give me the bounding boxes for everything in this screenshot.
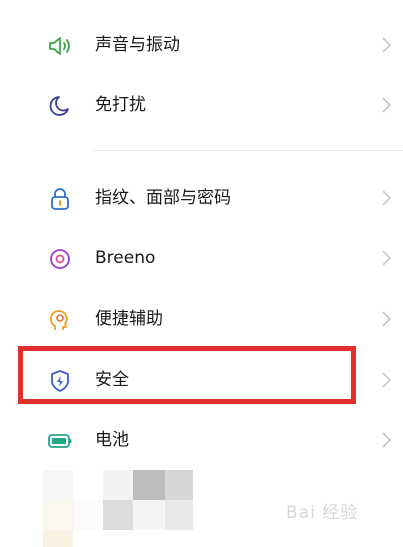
head-gear-icon [47, 308, 73, 332]
settings-item-convenience-assist[interactable]: 便捷辅助 [0, 299, 403, 339]
settings-item-do-not-disturb[interactable]: 免打扰 [0, 85, 403, 125]
chevron-right-icon [381, 370, 393, 390]
breeno-icon [47, 247, 73, 271]
speaker-icon [47, 34, 73, 58]
lock-icon [47, 187, 73, 211]
chevron-right-icon [381, 188, 393, 208]
chevron-right-icon [381, 95, 393, 115]
watermark: Bai 经验 [286, 503, 359, 523]
moon-icon [47, 94, 73, 118]
settings-item-label: 便捷辅助 [95, 309, 163, 329]
chevron-right-icon [381, 248, 393, 268]
settings-item-sound-vibration[interactable]: 声音与振动 [0, 25, 403, 65]
battery-icon [47, 429, 73, 453]
settings-item-label: 声音与振动 [95, 35, 180, 55]
settings-item-label: 电池 [95, 430, 129, 450]
settings-item-label: 免打扰 [95, 95, 146, 115]
settings-item-label: Breeno [95, 248, 156, 268]
chevron-right-icon [381, 430, 393, 450]
settings-item-battery[interactable]: 电池 [0, 420, 403, 460]
settings-item-security[interactable]: 安全 [0, 360, 403, 400]
chevron-right-icon [381, 35, 393, 55]
settings-item-label: 安全 [95, 370, 129, 390]
chevron-right-icon [381, 309, 393, 329]
shield-bolt-icon [47, 369, 73, 393]
settings-item-fingerprint-face-password[interactable]: 指纹、面部与密码 [0, 178, 403, 218]
section-divider [93, 150, 403, 151]
settings-item-breeno[interactable]: Breeno [0, 238, 403, 278]
settings-item-label: 指纹、面部与密码 [95, 188, 231, 208]
